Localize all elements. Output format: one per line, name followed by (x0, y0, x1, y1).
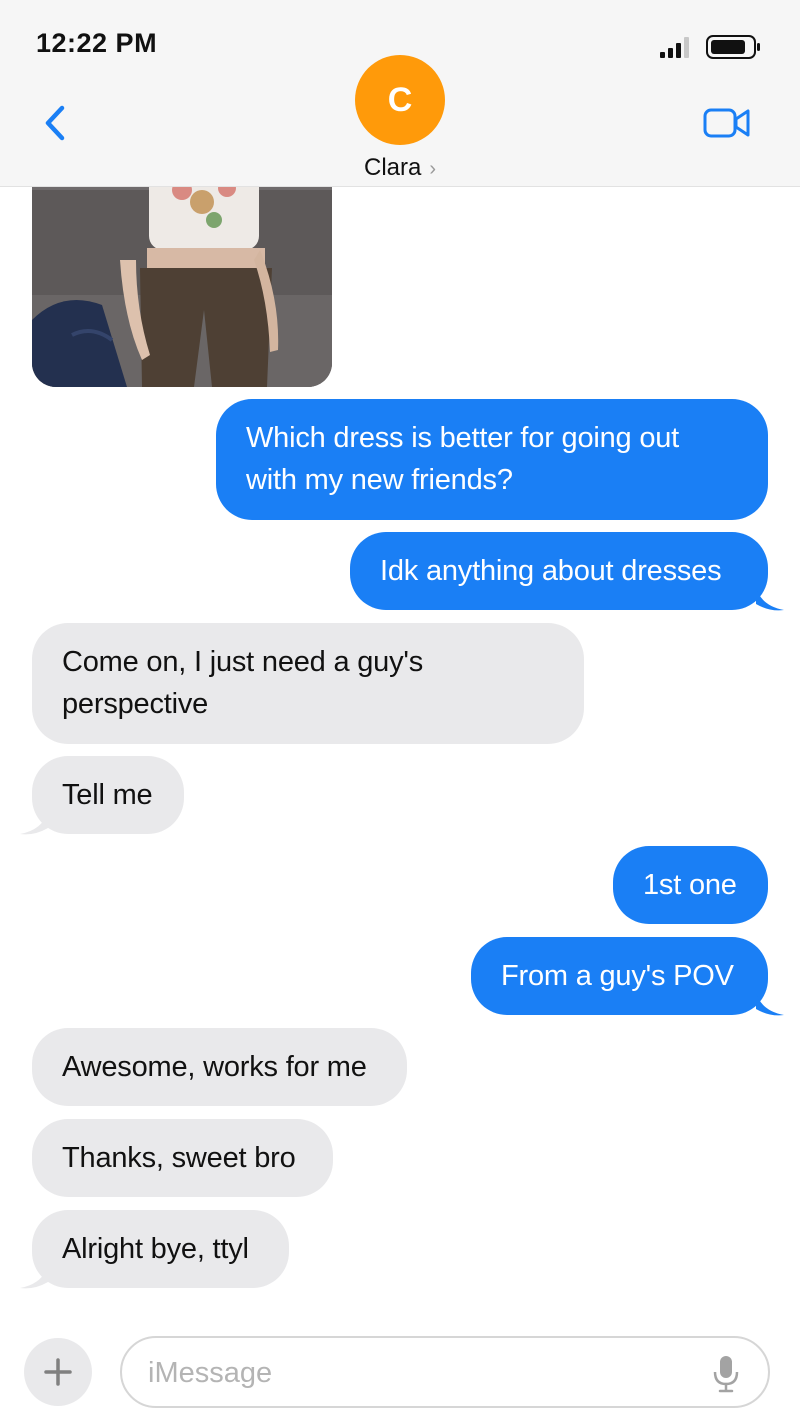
message-bubble-sent: From a guy's POV (471, 937, 768, 1015)
contact-name: Clara (363, 154, 422, 181)
contact-avatar[interactable]: C (355, 55, 445, 145)
message-input[interactable] (146, 1352, 690, 1394)
cellular-signal-icon (660, 37, 689, 58)
battery-icon (706, 35, 760, 59)
bubble-tail (756, 588, 784, 611)
microphone-icon[interactable] (712, 1354, 740, 1394)
bubble-tail (756, 993, 784, 1016)
message-bubble-sent: 1st one (613, 846, 768, 924)
contact-name-button[interactable]: Clara › (0, 154, 800, 182)
message-bubble-received: Come on, I just need a guy's perspective (32, 623, 584, 744)
bubble-tail (20, 1266, 48, 1289)
message-bubble-sent: Which dress is better for going out with… (216, 399, 768, 520)
apps-plus-button[interactable] (24, 1338, 92, 1406)
message-bubble-received: Alright bye, ttyl (32, 1210, 289, 1288)
chevron-right-icon: › (429, 158, 437, 180)
message-bubble-sent: Idk anything about dresses (350, 532, 768, 610)
video-camera-icon[interactable] (703, 106, 751, 140)
plus-icon (44, 1358, 72, 1386)
message-bubble-received: Awesome, works for me (32, 1028, 407, 1106)
bubble-tail (20, 812, 48, 835)
status-time: 12:22 PM (36, 28, 158, 58)
message-bubble-received: Thanks, sweet bro (32, 1119, 333, 1197)
back-chevron-icon[interactable] (36, 100, 76, 146)
message-bubble-received: Tell me (32, 756, 184, 834)
conversation-header: 12:22 PM C Clara › (0, 0, 800, 187)
message-input-container[interactable] (120, 1336, 770, 1408)
